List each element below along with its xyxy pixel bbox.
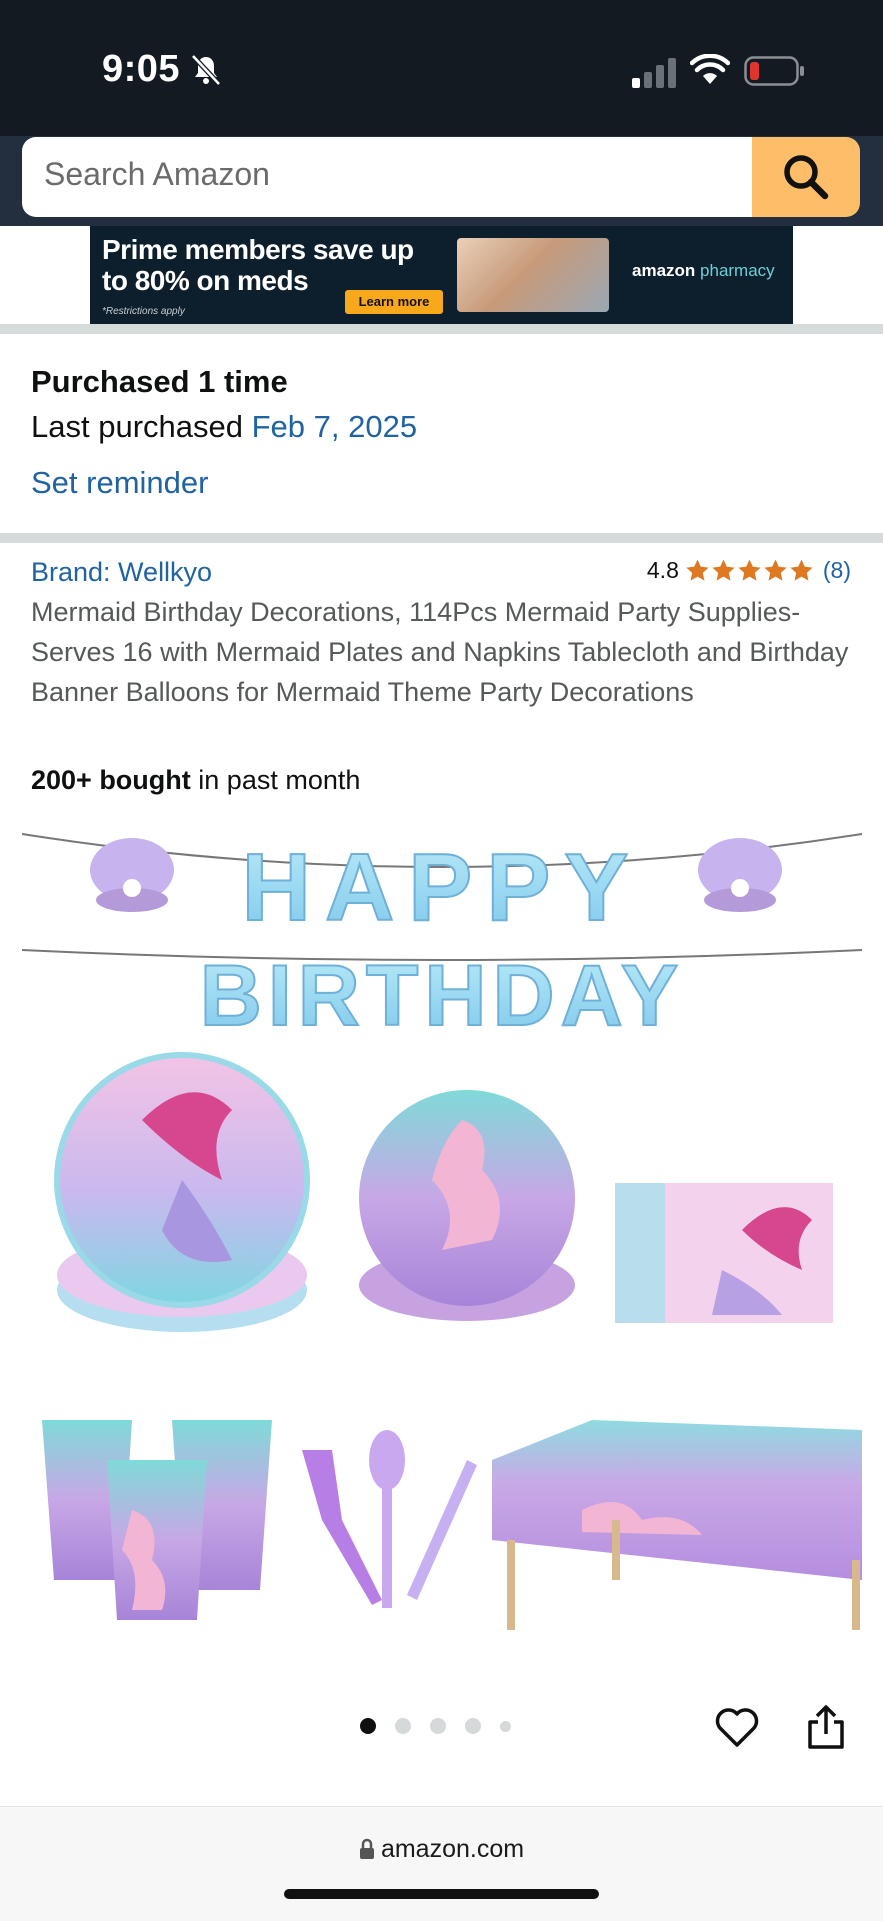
rating-count: (8) [822,557,851,583]
status-time: 9:05 [102,48,181,90]
amazon-pharmacy-logo: amazon pharmacy [632,261,775,280]
banner-headline: Prime members save up to 80% on meds [102,234,414,296]
browser-address-bar[interactable]: amazon.com [0,1806,883,1921]
star-icon [790,559,813,581]
search-input[interactable]: Search Amazon [22,137,752,217]
carousel-dot[interactable] [360,1718,376,1734]
rating-value: 4.8 [646,557,679,583]
star-icon [738,559,761,581]
search-icon [784,155,829,200]
banner-happy-text: HAPPY [242,834,643,941]
carousel-dot[interactable] [465,1718,481,1734]
bell-slash-icon [191,54,221,86]
carousel-dot[interactable] [395,1718,411,1734]
carousel-dots[interactable] [360,1718,530,1734]
section-divider [0,533,883,543]
banner-restriction: *Restrictions apply [102,306,185,317]
bought-in-past-month: 200+ bought in past month [31,765,361,795]
last-purchased-date-link[interactable]: Feb 7, 2025 [252,409,417,444]
heart-icon [715,1708,759,1747]
product-image[interactable]: HAPPY BIRTHDAY [22,820,862,1640]
banner-birthday-text: BIRTHDAY [200,948,684,1044]
purchase-count: Purchased 1 time [31,364,288,399]
url-text: amazon.com [380,1835,525,1863]
url-display[interactable]: amazon.com [0,1835,883,1864]
last-purchased: Last purchased Feb 7, 2025 [31,409,417,445]
search-button[interactable] [752,137,860,217]
add-to-list-button[interactable] [714,1705,760,1754]
section-divider [0,324,883,334]
set-reminder-link[interactable]: Set reminder [31,465,208,501]
star-icon [764,559,787,581]
share-button[interactable] [806,1704,846,1755]
signal-icon [632,58,676,88]
carousel-dot[interactable] [500,1720,511,1732]
share-icon [808,1705,844,1749]
star-rating [685,558,815,583]
status-bar: 9:05 [0,0,883,136]
brand-link[interactable]: Brand: Wellkyo [31,557,212,588]
product-title: Mermaid Birthday Decorations, 114Pcs Mer… [31,597,849,707]
battery-low-icon [744,56,804,86]
home-indicator [284,1889,599,1899]
star-icon [686,559,709,581]
learn-more-button[interactable]: Learn more [345,290,443,314]
pharmacy-promo-banner[interactable]: Prime members save up to 80% on meds *Re… [90,226,793,324]
carousel-dot[interactable] [430,1718,446,1734]
wifi-icon [690,54,730,84]
banner-photo [457,238,609,312]
rating-summary[interactable]: 4.8 (8) [647,557,851,584]
search-placeholder: Search Amazon [44,156,270,192]
lock-icon [359,1838,374,1859]
star-icon [712,559,735,581]
last-purchased-label: Last purchased [31,409,243,444]
